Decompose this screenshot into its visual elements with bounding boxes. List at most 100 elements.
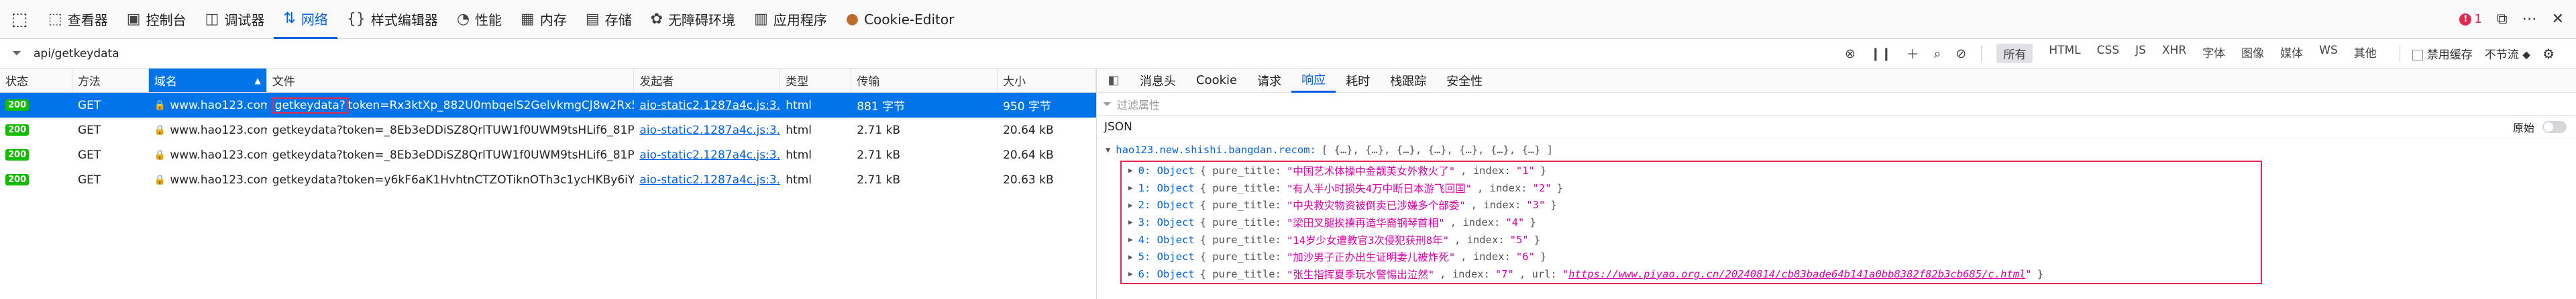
json-object-item[interactable]: ▶ 6: Object{ pure_title: "张生指挥夏季玩水警惕出泣然", …	[1122, 265, 2261, 283]
initiator-cell: aio-static2.1287a4c.js:3...	[634, 167, 780, 192]
details-tab[interactable]: 响应	[1291, 69, 1336, 93]
brace-open: { pure_title:	[1199, 164, 1281, 177]
size-cell: 950 字节	[1003, 100, 1051, 114]
highlighted-object-list: ▶ 0: Object{ pure_title: "中国艺术体操中金靓美女外救火了"…	[1120, 161, 2262, 284]
raw-toggle[interactable]: 原始	[2513, 119, 2567, 135]
column-type[interactable]: 类型	[780, 69, 852, 92]
transferred-cell: 881 字节	[857, 100, 906, 114]
error-counter[interactable]: ! 1	[2459, 12, 2482, 26]
type-filter-button[interactable]: 所有	[1996, 44, 2033, 63]
tab-accessibility[interactable]: ✿ 无障碍环境	[641, 0, 745, 39]
tab-cookie[interactable]: ● Cookie-Editor	[837, 0, 964, 39]
size-cell: 20.64 kB	[1003, 123, 1054, 137]
transferred-cell: 2.71 kB	[857, 148, 900, 162]
property-filter[interactable]: ⏷ 过滤属性	[1097, 93, 2576, 116]
pause-icon[interactable]: ❙❙	[1870, 46, 1892, 61]
details-tab[interactable]: 栈跟踪	[1380, 69, 1436, 93]
tab-debugger[interactable]: ◫ 调试器	[196, 0, 274, 39]
pick-element-icon[interactable]: ⬚	[0, 0, 39, 39]
method-cell: GET	[77, 173, 101, 187]
type-filter-button[interactable]: 字体	[2202, 44, 2225, 63]
file-cell: getkeydata?token=y6kF6aK1HvhtnCTZOTiknOT…	[267, 167, 635, 192]
inspector-icon: ⬚	[48, 11, 62, 28]
request-row[interactable]: 200 GET 🔒 www.hao123.com getkeydata?token=_8…	[0, 142, 1096, 167]
pure-title-value: "中国艺术体操中金靓美女外救火了"	[1286, 165, 1456, 177]
column-size[interactable]: 大小	[998, 69, 1096, 92]
brace-close: }	[1529, 216, 1536, 228]
type-filter-button[interactable]: WS	[2319, 44, 2338, 63]
accessibility-icon: ✿	[650, 11, 663, 28]
add-block-icon[interactable]: ＋	[1907, 44, 1919, 62]
dock-options-icon[interactable]: ⧉	[2497, 11, 2508, 28]
url-filter-input[interactable]: api/getkeydata	[34, 47, 1845, 60]
size-cell: 20.64 kB	[1003, 148, 1054, 162]
lock-icon: 🔒	[154, 124, 166, 136]
tab-console[interactable]: ▣ 控制台	[117, 0, 196, 39]
pure-title-value: "加沙男子正办出生证明妻儿被炸死"	[1286, 251, 1456, 264]
tab-style-editor[interactable]: {} 样式编辑器	[337, 0, 447, 39]
transferred-cell: 2.71 kB	[857, 173, 900, 187]
url-value[interactable]: "https://www.piyao.org.cn/20240814/cb83b…	[1562, 268, 2032, 280]
pure-title-value: "14岁少女遭教官3次侵犯获刑8年"	[1286, 234, 1449, 247]
request-row[interactable]: 200 GET 🔒 www.hao123.com getkeydata? token=Rx…	[0, 93, 1096, 118]
request-row[interactable]: 200 GET 🔒 www.hao123.com getkeydata?token=_8…	[0, 118, 1096, 142]
column-method[interactable]: 方法	[72, 69, 149, 92]
details-tab[interactable]: 安全性	[1436, 69, 1493, 93]
pure-title-value: "张生指挥夏季玩水警惕出泣然"	[1286, 268, 1435, 281]
initiator-link[interactable]: aio-static2.1287a4c.js:3...	[639, 148, 780, 162]
column-transferred[interactable]: 传输	[851, 69, 998, 92]
json-object-item[interactable]: ▶ 1: Object{ pure_title: "有人半小时损失4万中断日本游飞回…	[1122, 179, 2261, 197]
column-status[interactable]: 状态	[0, 69, 72, 92]
column-domain[interactable]: 域名 ▲	[148, 69, 267, 92]
domain-cell: 🔒 www.hao123.com	[154, 173, 267, 187]
toggle-sidebar-icon[interactable]: ◧	[1097, 73, 1130, 87]
json-object-item[interactable]: ▶ 0: Object{ pure_title: "中国艺术体操中金靓美女外救火了"…	[1122, 162, 2261, 179]
details-tab[interactable]: Cookie	[1186, 69, 1247, 93]
type-filter-button[interactable]: CSS	[2097, 44, 2119, 63]
disable-cache-checkbox[interactable]: 禁用缓存	[2412, 45, 2473, 62]
status-badge: 200	[5, 99, 30, 111]
type-cell: html	[786, 148, 812, 162]
details-tab[interactable]: 耗时	[1336, 69, 1380, 93]
json-object-item[interactable]: ▶ 4: Object{ pure_title: "14岁少女遭教官3次侵犯获刑8年…	[1122, 231, 2261, 249]
settings-gear-icon[interactable]: ⚙	[2542, 46, 2555, 62]
error-icon: !	[2459, 13, 2472, 26]
raw-switch[interactable]	[2542, 120, 2567, 133]
type-filter-button[interactable]: 媒体	[2280, 44, 2303, 63]
details-tab[interactable]: 消息头	[1130, 69, 1186, 93]
json-object-item[interactable]: ▶ 2: Object{ pure_title: "中央救灾物资被倒卖已涉嫌多个部委…	[1122, 196, 2261, 214]
lock-icon: 🔒	[154, 174, 166, 185]
tab-storage[interactable]: ▤ 存储	[576, 0, 641, 39]
clear-filter-icon[interactable]: ⊗	[1845, 46, 1856, 61]
tab-application[interactable]: ▥ 应用程序	[745, 0, 837, 39]
expand-arrow-icon: ▼	[1106, 144, 1111, 155]
throttling-select[interactable]: 不节流 ⬥	[2485, 45, 2530, 62]
type-filter-button[interactable]: 其他	[2354, 44, 2377, 63]
close-icon[interactable]: ✕	[2552, 11, 2564, 28]
type-filter-button[interactable]: HTML	[2049, 44, 2080, 63]
json-object-item[interactable]: ▶ 5: Object{ pure_title: "加沙男子正办出生证明妻儿被炸死"…	[1122, 248, 2261, 265]
tab-network[interactable]: ⇅ 网络	[274, 0, 337, 39]
tab-memory[interactable]: ▦ 内存	[511, 0, 576, 39]
json-object-item[interactable]: ▶ 3: Object{ pure_title: "梁田叉腿挨揍再造华裔钢琴首相",…	[1122, 214, 2261, 231]
type-filter-button[interactable]: JS	[2135, 44, 2146, 63]
type-filter-button[interactable]: XHR	[2162, 44, 2186, 63]
request-row[interactable]: 200 GET 🔒 www.hao123.com getkeydata?token=y6…	[0, 167, 1096, 192]
tab-performance[interactable]: ◔ 性能	[447, 0, 511, 39]
initiator-link[interactable]: aio-static2.1287a4c.js:3...	[639, 124, 780, 137]
status-cell: 200	[0, 142, 72, 167]
more-menu-icon[interactable]: ⋯	[2522, 11, 2537, 28]
type-filter-button[interactable]: 图像	[2241, 44, 2264, 63]
column-initiator[interactable]: 发起者	[634, 69, 781, 92]
initiator-cell: aio-static2.1287a4c.js:3...	[634, 142, 780, 167]
column-file[interactable]: 文件	[267, 69, 635, 92]
initiator-link[interactable]: aio-static2.1287a4c.js:3...	[639, 99, 780, 112]
initiator-link[interactable]: aio-static2.1287a4c.js:3...	[639, 173, 780, 187]
details-tab[interactable]: 请求	[1247, 69, 1291, 93]
tab-inspector[interactable]: ⬚ 查看器	[39, 0, 117, 39]
json-root-node[interactable]: ▼ hao123.new.shishi.bangdan.recom: [ {…}…	[1106, 138, 2576, 161]
search-icon[interactable]: ⌕	[1934, 46, 1941, 61]
json-section-header: JSON 原始	[1097, 116, 2576, 138]
method-cell: GET	[77, 98, 101, 112]
block-requests-icon[interactable]: ⊘	[1955, 46, 1966, 61]
